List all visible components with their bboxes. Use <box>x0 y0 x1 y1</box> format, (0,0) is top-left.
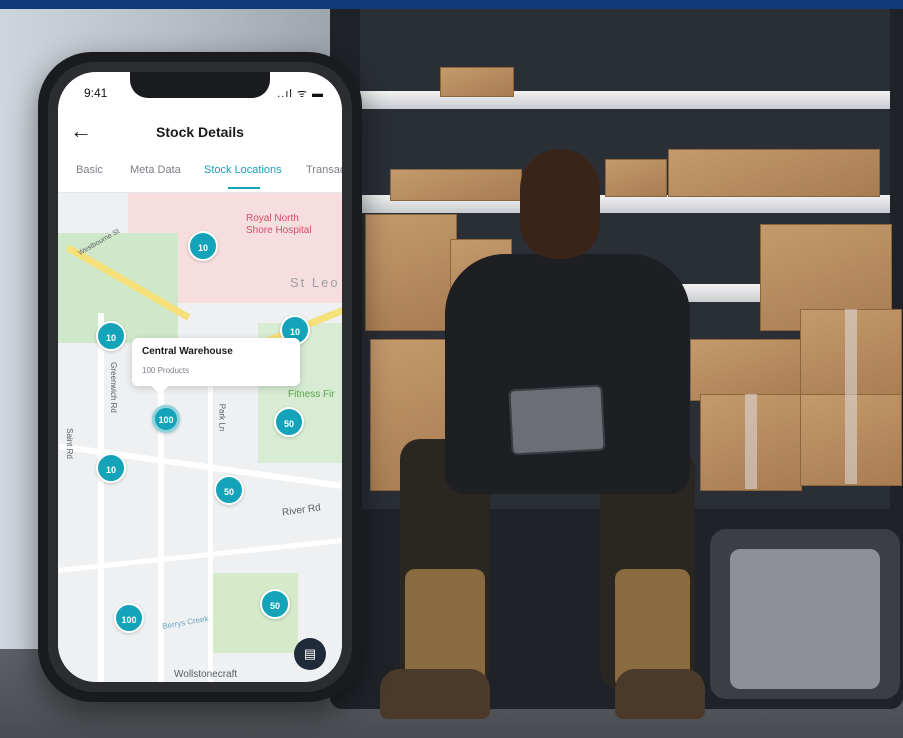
map-label-saint-rd: Saint Rd <box>64 428 74 459</box>
phone-notch <box>130 72 270 98</box>
map-cluster-marker[interactable]: 50 <box>274 407 304 437</box>
top-banner-stripe <box>0 0 903 9</box>
map-cluster-marker[interactable]: 10 <box>96 321 126 351</box>
scan-icon[interactable]: ▤ <box>294 638 326 670</box>
map-label-fitness: Fitness Fir <box>288 389 335 400</box>
tablet-device <box>508 384 606 456</box>
map-label-park-ln: Park Ln <box>217 403 227 432</box>
map-cluster-marker[interactable]: 50 <box>260 589 290 619</box>
worker-torso <box>445 254 690 494</box>
worker-head <box>520 149 600 259</box>
map-label-hospital-line2: Shore Hospital <box>246 225 312 236</box>
stock-locations-map[interactable]: Royal North Shore Hospital St Leo Fitnes… <box>58 193 342 682</box>
tab-transactions[interactable]: Transac <box>306 164 342 176</box>
map-cluster-marker-selected[interactable]: 100 <box>152 405 180 433</box>
parcel-box <box>605 159 667 197</box>
parcel-box <box>440 67 514 97</box>
worker-right-boot <box>615 669 705 719</box>
parcel-box <box>365 214 457 331</box>
map-label-river-rd: River Rd <box>281 502 322 519</box>
parcel-box <box>668 149 880 197</box>
phone-mockup: 9:41 ..ıl ᯤ ▬ ← Stock Details Basic Meta… <box>38 52 362 702</box>
status-icons: ..ıl ᯤ ▬ <box>277 88 324 100</box>
map-cluster-marker[interactable]: 100 <box>114 603 144 633</box>
tab-stock-locations[interactable]: Stock Locations <box>204 164 282 176</box>
phone-screen: 9:41 ..ıl ᯤ ▬ ← Stock Details Basic Meta… <box>58 72 342 682</box>
map-road <box>208 343 213 682</box>
active-tab-indicator <box>228 187 260 189</box>
worker-left-boot <box>380 669 490 719</box>
packing-tape <box>845 309 857 484</box>
parcel-box <box>390 169 522 201</box>
map-label-berrys-creek: Berrys Creek <box>161 614 210 631</box>
map-label-st-leo: St Leo <box>290 275 340 290</box>
parcel-box <box>690 339 802 401</box>
map-label-hospital-line1: Royal North <box>246 213 299 224</box>
map-cluster-marker[interactable]: 10 <box>188 231 218 261</box>
tab-bar: Basic Meta Data Stock Locations Transac <box>58 160 342 193</box>
status-time: 9:41 <box>84 86 108 100</box>
page-title: Stock Details <box>156 124 244 140</box>
map-label-wollstonecraft: Wollstonecraft <box>174 669 238 680</box>
map-cluster-marker[interactable]: 10 <box>96 453 126 483</box>
location-tooltip[interactable]: Central Warehouse 100 Products <box>132 338 300 386</box>
tool-bag-front <box>730 549 880 689</box>
packing-tape <box>745 394 757 489</box>
map-road <box>98 313 104 682</box>
map-cluster-marker[interactable]: 50 <box>214 475 244 505</box>
tab-basic[interactable]: Basic <box>76 164 103 176</box>
tooltip-subtitle: 100 Products <box>142 366 190 375</box>
tab-meta-data[interactable]: Meta Data <box>130 164 181 176</box>
tooltip-title: Central Warehouse <box>142 346 233 357</box>
map-label-greenwich-rd: Greenwich Rd <box>108 362 118 413</box>
